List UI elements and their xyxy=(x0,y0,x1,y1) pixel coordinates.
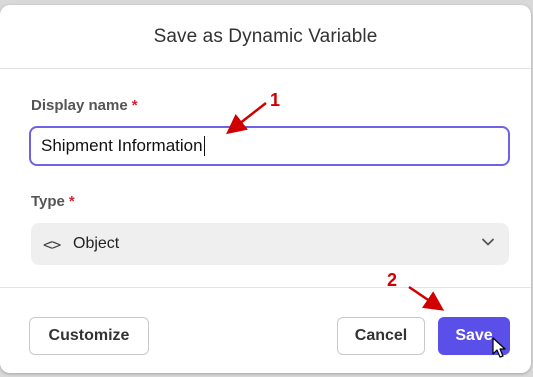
dialog-footer: Customize Cancel Save xyxy=(0,287,531,373)
type-select[interactable]: <> Object xyxy=(31,223,509,265)
mouse-cursor-icon xyxy=(492,337,506,358)
required-asterisk: * xyxy=(131,97,138,114)
annotation-step-2: 2 xyxy=(387,270,398,290)
dialog-header: Save as Dynamic Variable xyxy=(0,5,531,69)
display-name-label: Display name * xyxy=(31,97,138,114)
type-select-value: Object xyxy=(73,235,120,252)
customize-button[interactable]: Customize xyxy=(29,317,149,355)
code-icon: <> xyxy=(43,234,61,254)
display-name-value: Shipment Information xyxy=(41,136,203,155)
display-name-input[interactable]: Shipment Information xyxy=(29,126,510,166)
required-asterisk: * xyxy=(68,193,75,210)
type-label: Type * xyxy=(31,193,75,210)
dialog-title: Save as Dynamic Variable xyxy=(153,25,378,47)
annotation-step-1: 1 xyxy=(270,90,281,110)
type-label-text: Type xyxy=(31,193,65,210)
display-name-label-text: Display name xyxy=(31,97,128,114)
text-caret xyxy=(203,136,205,156)
chevron-down-icon xyxy=(482,238,494,246)
save-dynamic-variable-dialog: Save as Dynamic Variable Display name * S… xyxy=(0,5,531,373)
cancel-button[interactable]: Cancel xyxy=(337,317,425,355)
